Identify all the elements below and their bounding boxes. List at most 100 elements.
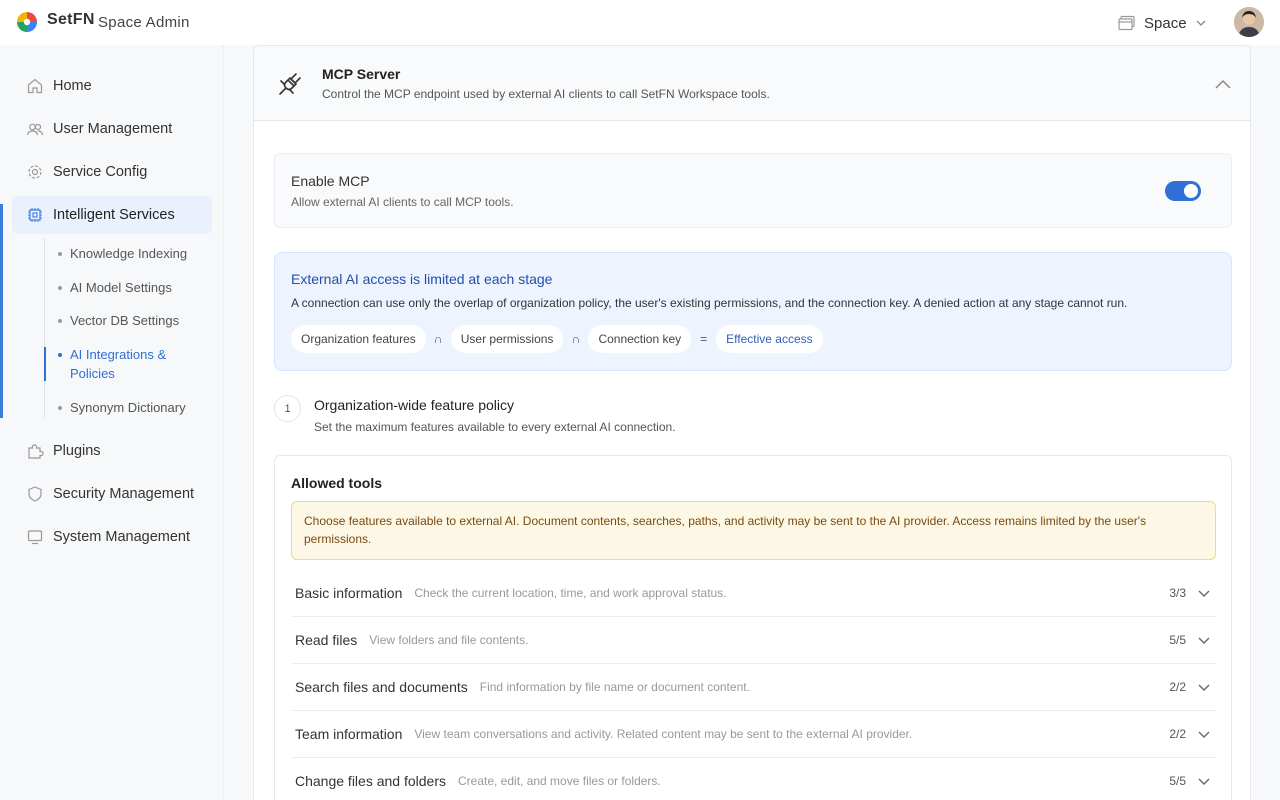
avatar-portrait [1234,7,1264,37]
submenu-item-synonym-dictionary[interactable]: Synonym Dictionary [58,398,208,417]
tool-group-team-information[interactable]: Team information View team conversations… [291,711,1216,758]
tool-group-description: View team conversations and activity. Re… [414,727,913,741]
shield-icon [26,485,44,503]
chip-effective-access: Effective access [716,325,823,353]
tool-group-change-files[interactable]: Change files and folders Create, edit, a… [291,758,1216,800]
setfn-logo[interactable] [16,11,38,33]
space-switcher[interactable]: Space [1118,12,1207,34]
submenu-item-label: Synonym Dictionary [70,400,186,415]
sidebar-item-label: Intelligent Services [53,207,175,223]
chip-organization-features: Organization features [291,325,426,353]
sidebar-item-intelligent-services[interactable]: Intelligent Services [12,196,212,234]
puzzle-icon [26,442,44,460]
step-title: Organization-wide feature policy [314,397,514,413]
sidebar-item-plugins[interactable]: Plugins [12,432,212,470]
allowed-tools-panel: Allowed tools Choose features available … [274,455,1232,800]
chip-icon [26,206,44,224]
access-info-description: A connection can use only the overlap of… [291,296,1128,310]
submenu-active-indicator [44,347,46,381]
sidebar-item-system-management[interactable]: System Management [12,518,212,556]
user-avatar[interactable] [1234,7,1264,37]
mcp-card-header[interactable]: MCP Server Control the MCP endpoint used… [254,46,1250,121]
enable-mcp-title: Enable MCP [291,173,370,189]
submenu-item-knowledge-indexing[interactable]: Knowledge Indexing [58,244,208,263]
tool-group-description: Create, edit, and move files or folders. [458,774,661,788]
equals-operator: = [700,332,708,346]
tool-group-count: 2/2 [1169,727,1186,741]
chevron-down-icon [1198,778,1210,785]
home-icon [26,77,44,95]
mcp-title: MCP Server [322,66,401,82]
allowed-tools-title: Allowed tools [291,475,382,491]
tool-group-name: Change files and folders [295,773,446,789]
chevron-up-icon[interactable] [1212,74,1234,96]
data-sharing-warning: Choose features available to external AI… [291,501,1216,560]
bullet-dot [58,353,62,357]
sidebar-item-home[interactable]: Home [12,67,212,105]
mcp-server-card: MCP Server Control the MCP endpoint used… [253,45,1251,800]
enable-mcp-panel: Enable MCP Allow external AI clients to … [274,153,1232,228]
chevron-down-icon [1196,20,1206,26]
users-icon [26,120,44,138]
enable-mcp-description: Allow external AI clients to call MCP to… [291,195,514,209]
submenu-item-ai-model-settings[interactable]: AI Model Settings [58,278,208,297]
access-formula: Organization features ∩ User permissions… [291,325,823,353]
monitor-icon [26,528,44,546]
submenu-item-label: AI Integrations & Policies [70,347,167,381]
tool-group-description: View folders and file contents. [369,633,529,647]
chevron-down-icon [1198,684,1210,691]
tool-group-count: 2/2 [1169,680,1186,694]
bullet-dot [58,286,62,290]
gear-icon [26,163,44,181]
toggle-knob [1184,184,1198,198]
submenu-item-vector-db-settings[interactable]: Vector DB Settings [58,311,208,330]
tool-group-search-files[interactable]: Search files and documents Find informat… [291,664,1216,711]
chevron-down-icon [1198,731,1210,738]
tool-group-count: 5/5 [1169,633,1186,647]
sidebar-item-user-management[interactable]: User Management [12,110,212,148]
plug-icon [279,73,301,95]
space-label: Space [1144,14,1187,32]
enable-mcp-toggle[interactable] [1165,181,1201,201]
submenu-item-label: Knowledge Indexing [70,246,188,261]
chip-connection-key: Connection key [588,325,692,353]
tool-group-count: 3/3 [1169,586,1186,600]
mcp-description: Control the MCP endpoint used by externa… [322,87,770,101]
top-bar: SetFN Space Admin Space [0,0,1280,45]
main-content: MCP Server Control the MCP endpoint used… [224,45,1280,800]
tool-group-name: Read files [295,632,358,648]
intersect-operator: ∩ [433,332,443,346]
submenu-item-ai-integrations[interactable]: AI Integrations & Policies [58,345,178,383]
sidebar-item-label: Plugins [53,443,101,459]
intersect-operator: ∩ [571,332,581,346]
step-description: Set the maximum features available to ev… [314,420,676,434]
tool-group-description: Check the current location, time, and wo… [414,586,727,600]
chevron-down-icon [1198,590,1210,597]
tool-group-name: Search files and documents [295,679,468,695]
sidebar-item-security-management[interactable]: Security Management [12,475,212,513]
window-icon [1118,15,1135,31]
submenu-item-label: Vector DB Settings [70,313,180,328]
access-info-panel: External AI access is limited at each st… [274,252,1232,371]
tool-group-name: Team information [295,726,403,742]
bullet-dot [58,252,62,256]
brand-name: SetFN [47,11,95,28]
sidebar-item-label: Home [53,78,92,94]
sidebar-item-label: User Management [53,121,173,137]
access-info-title: External AI access is limited at each st… [291,271,553,287]
sidebar-item-label: Security Management [53,486,195,502]
tool-group-name: Basic information [295,585,403,601]
tool-group-read-files[interactable]: Read files View folders and file content… [291,617,1216,664]
sidebar-item-label: Service Config [53,164,148,180]
tool-group-count: 5/5 [1169,774,1186,788]
active-group-indicator [0,204,3,418]
tool-group-basic-information[interactable]: Basic information Check the current loca… [291,570,1216,617]
sidebar-item-label: System Management [53,529,191,545]
submenu-item-label: AI Model Settings [70,280,172,295]
sidebar: Home User Management Service Config Inte… [0,45,224,800]
submenu-guide-line [44,238,45,418]
sidebar-item-service-config[interactable]: Service Config [12,153,212,191]
step-number-badge: 1 [274,395,301,422]
tool-group-description: Find information by file name or documen… [479,680,750,694]
chip-user-permissions: User permissions [450,325,564,353]
